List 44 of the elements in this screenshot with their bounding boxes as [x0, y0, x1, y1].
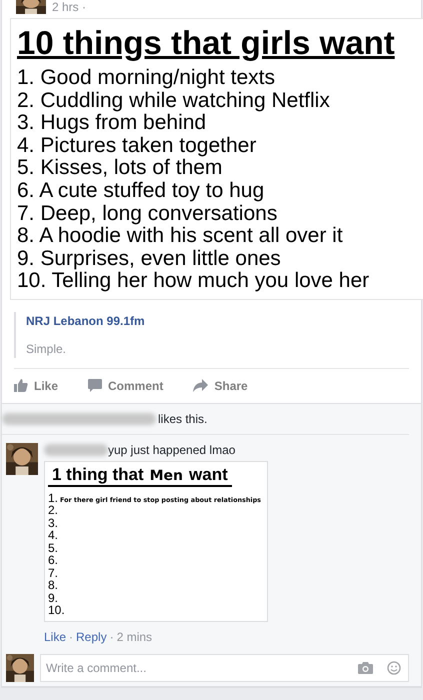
image-title: 1 thing that — [52, 466, 144, 484]
smiley-icon[interactable] — [387, 660, 401, 675]
redacted-name — [44, 444, 108, 456]
comment-time: 2 mins — [116, 630, 152, 644]
item-number: 8. — [48, 579, 58, 592]
post-time: 2 hrs · — [52, 0, 86, 14]
list-item: 5. Kisses, lots of them — [17, 157, 222, 180]
list-item: 3. Hugs from behind — [17, 112, 206, 135]
item-number: 4. — [48, 529, 58, 542]
speech-bubble-icon — [88, 379, 102, 392]
image-title: 10 things that girls want — [17, 23, 396, 63]
comment-button[interactable]: Comment — [88, 374, 164, 397]
separator-dot: · — [110, 630, 114, 644]
item-number: 3. — [48, 516, 58, 530]
item-number: 6. — [48, 554, 58, 567]
list-item: 7. Deep, long conversations — [17, 202, 278, 226]
item-number: 1. — [48, 492, 58, 504]
share-button[interactable]: Share — [193, 374, 248, 397]
comment-text: yup just happened lmao — [108, 442, 236, 457]
list-item: 1. Good morning/night texts — [17, 67, 276, 90]
list-item: 8. A hoodie with his scent all over it — [17, 225, 344, 248]
list-item: 6. A cute stuffed toy to hug — [17, 180, 266, 203]
list-item: 4. Pictures taken together — [17, 134, 258, 158]
item-number: 9. — [48, 592, 58, 604]
link-button[interactable]: Like — [44, 630, 66, 644]
list-item: 2. Cuddling while watching Netflix — [17, 90, 331, 112]
camera-icon[interactable] — [358, 662, 373, 674]
link-caption: Simple. — [26, 342, 68, 356]
thumbs-up-icon — [14, 379, 28, 392]
like-button[interactable]: Like — [14, 374, 58, 397]
item-number: 7. — [48, 566, 58, 580]
image-title-word: Men — [150, 466, 184, 485]
comment-field[interactable]: Write a comment... — [40, 654, 409, 682]
likes-text: likes this. — [158, 412, 208, 426]
item-number: 10. — [48, 604, 65, 617]
link-button[interactable]: Reply — [76, 630, 107, 644]
separator-dot: · — [69, 630, 74, 644]
image-title-end: want — [189, 466, 228, 484]
share-arrow-icon — [193, 379, 208, 392]
list-item: 9. Surprises, even little ones — [17, 248, 282, 270]
page-name-link[interactable]: NRJ Lebanon 99.1fm — [26, 314, 399, 328]
list-item: 10. Telling her how much you love her — [17, 270, 370, 293]
item-number: 5. — [48, 542, 58, 554]
item-number: 2. — [48, 504, 58, 517]
